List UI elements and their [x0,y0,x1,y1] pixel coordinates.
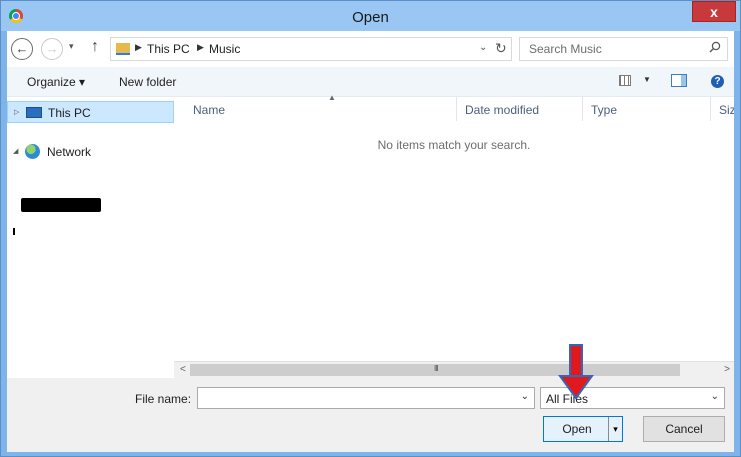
forward-button[interactable]: → [41,38,63,60]
new-folder-button[interactable]: New folder [119,75,176,89]
redacted-item [21,198,101,212]
organize-button[interactable]: Organize ▾ [27,75,85,89]
nav-item-network[interactable]: ◢ Network [7,141,174,163]
address-bar[interactable]: ▶ This PC ▶ Music ⌄ ↻ [110,37,512,61]
file-name-label: File name: [135,392,192,406]
view-dropdown-icon[interactable]: ▼ [643,75,651,84]
title-bar[interactable]: Open x [1,1,740,31]
breadcrumb-separator-icon[interactable]: ▶ [135,42,142,53]
open-split-dropdown-icon[interactable]: ▾ [608,417,622,441]
search-icon[interactable] [709,41,721,53]
refresh-icon[interactable]: ↻ [495,40,507,57]
empty-message: No items match your search. [377,138,531,152]
dialog-body: ← → ▾ ↑ ▶ This PC ▶ Music ⌄ ↻ Search Mus… [7,31,734,452]
address-row: ← → ▾ ↑ ▶ This PC ▶ Music ⌄ ↻ [7,31,734,67]
collapse-arrow-icon[interactable]: ◢ [13,147,18,155]
nav-item-label: This PC [48,106,91,120]
horizontal-scrollbar[interactable]: < III > [174,361,734,378]
stray-mark [13,228,15,235]
preview-pane-icon[interactable] [671,74,687,87]
dialog-footer: File name: ⌄ All Files ⌄ Open ▾ Cancel [7,378,734,452]
navigation-pane: ▷ This PC ◢ Network [7,97,174,378]
breadcrumb-separator-icon[interactable]: ▶ [197,42,204,53]
sort-ascending-icon: ▲ [328,93,336,102]
open-button[interactable]: Open ▾ [543,416,623,442]
scrollbar-thumb[interactable]: III [190,364,680,376]
open-dialog-window: Open x ← → ▾ ↑ ▶ This PC ▶ Music ⌄ ↻ Sea… [0,0,741,457]
file-list[interactable]: ▲ Name Date modified Type Size No items … [174,93,734,378]
search-input[interactable] [521,39,701,59]
breadcrumb-this-pc[interactable]: This PC [147,42,190,56]
view-options-icon[interactable] [619,75,631,86]
close-button[interactable]: x [692,1,736,22]
annotation-arrow-icon [558,344,594,400]
scroll-right-icon[interactable]: > [724,364,730,375]
nav-item-label: Network [47,145,92,159]
network-icon [25,144,40,159]
back-button[interactable]: ← [11,38,33,60]
chevron-down-icon[interactable]: ⌄ [711,391,719,402]
up-button[interactable]: ↑ [91,38,99,56]
cancel-button[interactable]: Cancel [643,416,725,442]
column-header-date-modified[interactable]: Date modified [457,97,583,121]
computer-icon [26,107,42,118]
music-folder-icon [116,43,130,55]
recent-locations-button[interactable]: ▾ [69,41,74,52]
expand-arrow-icon[interactable]: ▷ [14,108,19,116]
chevron-down-icon[interactable]: ⌄ [521,391,529,402]
window-title: Open [352,9,389,26]
open-button-label: Open [562,422,592,436]
help-icon[interactable]: ? [711,75,724,88]
file-name-input[interactable] [200,390,510,406]
column-header-size[interactable]: Size [711,97,734,121]
nav-item-this-pc[interactable]: ▷ This PC [7,101,174,123]
file-name-combo[interactable]: ⌄ [197,387,535,409]
scroll-left-icon[interactable]: < [180,364,186,375]
breadcrumb-music[interactable]: Music [209,42,240,56]
scrollbar-grip-icon: III [434,364,439,373]
column-header-name[interactable]: ▲ Name [185,93,457,121]
search-box[interactable] [519,37,728,61]
column-header-label: Name [193,103,226,117]
address-dropdown-icon[interactable]: ⌄ [479,42,487,53]
column-header-type[interactable]: Type [583,97,711,121]
command-bar: Organize ▾ New folder ▼ ? [7,67,734,97]
